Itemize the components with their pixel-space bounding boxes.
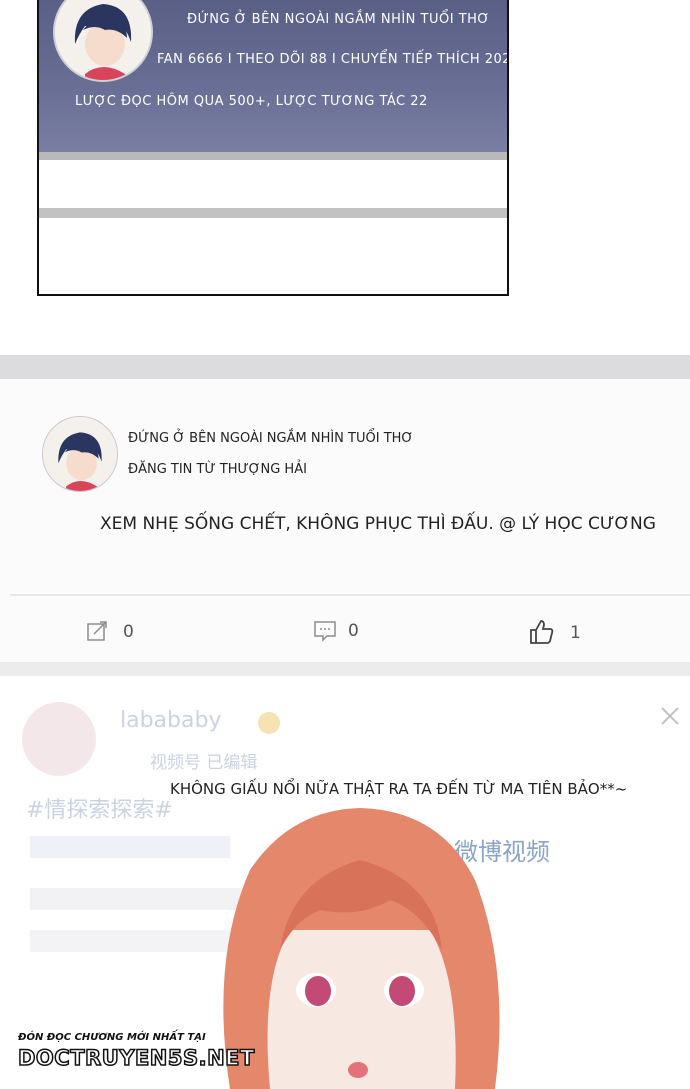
repost-count: 0 (123, 622, 134, 642)
watermark-tagline: ĐÓN ĐỌC CHƯƠNG MỚI NHẤT TẠI (18, 1032, 206, 1043)
close-button[interactable] (658, 704, 682, 732)
boy-avatar-icon (43, 417, 117, 491)
girl-illustration (223, 808, 500, 1089)
thumbs-up-icon (530, 620, 554, 644)
close-icon (661, 707, 679, 725)
like-count: 1 (570, 623, 581, 643)
profile-divider (39, 152, 507, 160)
repost-button[interactable] (86, 620, 108, 646)
profile-name: ĐỨNG Ở BÊN NGOÀI NGẮM NHÌN TUỔI THƠ (187, 12, 490, 27)
post-divider (10, 594, 690, 596)
faded-text-block (30, 836, 230, 858)
watermark-site[interactable]: DOCTRUYEN5S.NET (17, 1045, 255, 1071)
speech-text: KHÔNG GIẤU NỔI NỮA THẬT RA TA ĐẾN TỪ MA … (170, 780, 628, 798)
profile-card: ĐỨNG Ở BÊN NGOÀI NGẮM NHÌN TUỔI THƠ FAN … (37, 0, 509, 296)
faded-avatar (22, 702, 96, 776)
faded-meta: 视频号 已编辑 (150, 753, 258, 773)
faded-username: labababy (120, 708, 222, 733)
section-separator (0, 662, 690, 676)
like-button[interactable] (528, 618, 556, 650)
faded-text-block (30, 930, 230, 952)
boy-avatar-icon (55, 0, 151, 80)
repost-icon (87, 621, 107, 641)
profile-stats: FAN 6666 I THEO DÕI 88 I CHUYỂN TIẾP THÍ… (157, 52, 509, 67)
post-avatar[interactable] (42, 416, 118, 492)
comment-button[interactable] (313, 620, 337, 646)
post-location: ĐĂNG TIN TỪ THƯỢNG HẢI (128, 462, 307, 477)
post-author[interactable]: ĐỨNG Ở BÊN NGOÀI NGẮM NHÌN TUỔI THƠ (128, 431, 413, 446)
comment-count: 0 (348, 621, 359, 641)
crown-icon (258, 712, 280, 734)
post-content: XEM NHẸ SỐNG CHẾT, KHÔNG PHỤC THÌ ĐẤU. @… (100, 514, 656, 534)
profile-activity: LƯỢC ĐỌC HÔM QUA 500+, LƯỢC TƯƠNG TÁC 22 (75, 94, 428, 109)
section-separator (0, 355, 690, 379)
faded-hashtag: #情探索探索# (26, 798, 173, 823)
profile-divider (39, 208, 507, 218)
comment-icon (314, 621, 336, 642)
